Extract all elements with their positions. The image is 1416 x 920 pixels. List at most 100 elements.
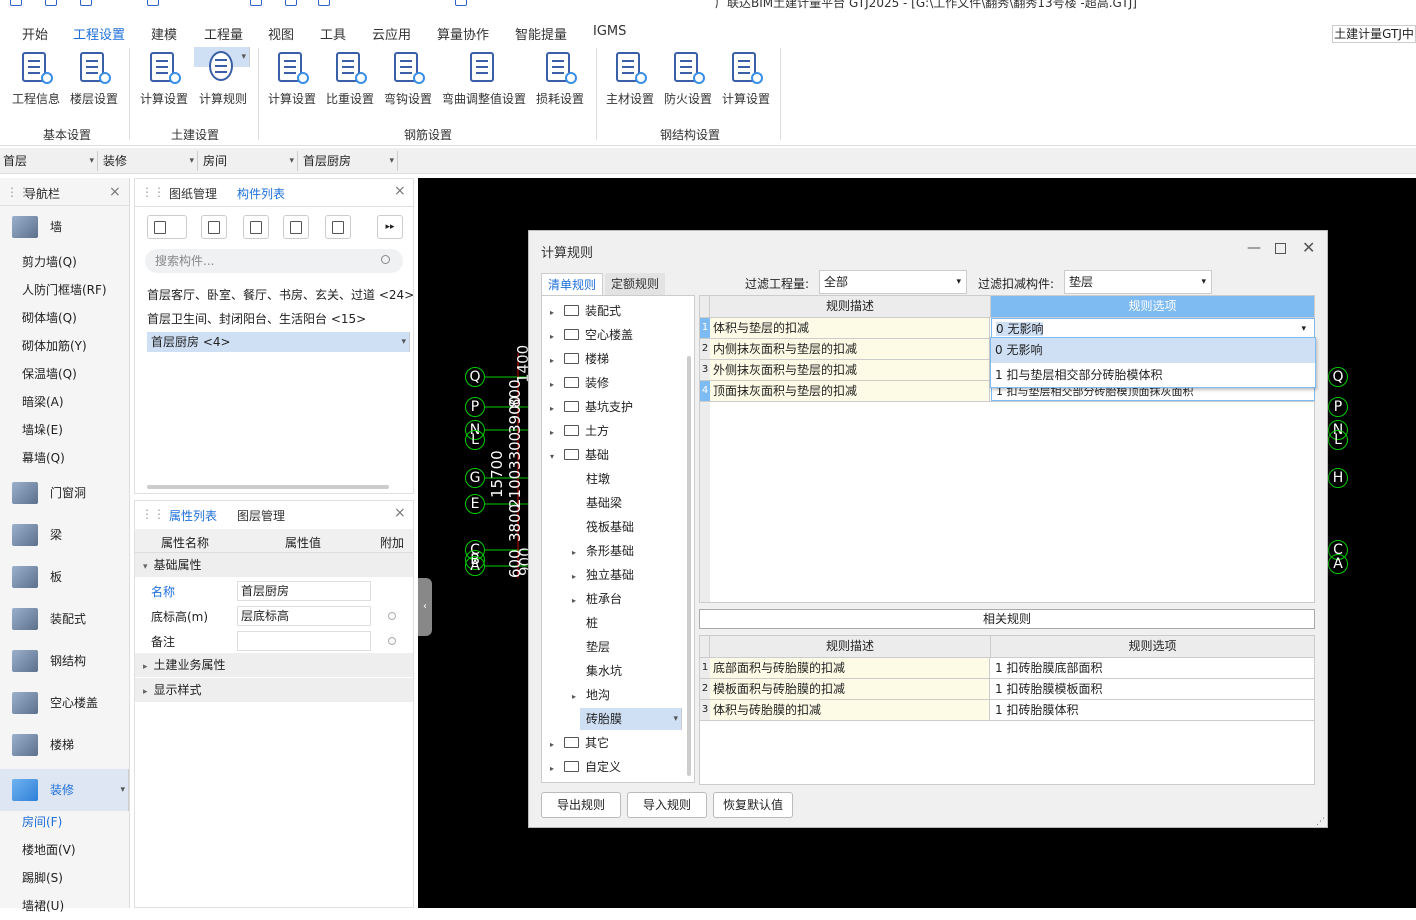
tree-node[interactable]: ▸ 装修 [550, 372, 609, 394]
tree-leaf[interactable]: 基础梁 [586, 492, 622, 514]
floor-settings-button[interactable]: 楼层设置 [66, 48, 122, 118]
menu-view[interactable]: 视图 [268, 24, 294, 43]
duplicate-button[interactable] [283, 215, 309, 239]
tab-component-list[interactable]: 构件列表 [237, 185, 285, 202]
tree-leaf[interactable]: 垫层 [586, 636, 610, 658]
undo-icon[interactable] [250, 0, 262, 6]
nav-category-steel[interactable]: 钢结构 [0, 640, 129, 682]
tree-node[interactable]: ▸ 土方 [550, 420, 609, 442]
nav-item[interactable]: 人防门框墙(RF) [0, 276, 129, 304]
filter-quantity-select[interactable]: 全部 [819, 270, 967, 294]
prop-value[interactable]: 层底标高 [237, 606, 371, 626]
tree-node[interactable]: ▸ 桩承台 [572, 588, 622, 610]
loss-settings-button[interactable]: 损耗设置 [532, 48, 588, 118]
resize-grip-icon[interactable]: ⋰ [1316, 817, 1325, 827]
nav-category-stair[interactable]: 楼梯 [0, 724, 129, 766]
type-select[interactable]: 房间 [200, 151, 298, 171]
table-row[interactable]: 3 体积与砖胎膜的扣减 1 扣砖胎膜体积 [700, 700, 1314, 721]
restore-default-button[interactable]: 恢复默认值 [713, 792, 793, 818]
tree-node-expanded[interactable]: ▾ 基础 [550, 444, 609, 466]
tree-leaf[interactable]: 筏板基础 [586, 516, 634, 538]
minimize-icon[interactable]: — [1247, 240, 1261, 256]
redo-icon[interactable] [285, 0, 297, 6]
drag-handle-icon[interactable]: ⋮⋮ [141, 185, 165, 199]
nav-item[interactable]: 墙垛(E) [0, 416, 129, 444]
tab-quota-rules[interactable]: 定额规则 [605, 273, 666, 295]
menu-igms[interactable]: IGMS [593, 24, 626, 39]
maximize-icon[interactable] [1275, 243, 1286, 254]
dropdown-option[interactable]: 1 扣与垫层相交部分砖胎模体积 [991, 363, 1315, 388]
delete-button[interactable] [243, 215, 269, 239]
collapse-handle[interactable]: ‹ [418, 578, 432, 636]
quick-access-icon[interactable] [455, 0, 467, 6]
table-row[interactable]: 1 底部面积与砖胎膜的扣减 1 扣砖胎膜底部面积 [700, 658, 1314, 679]
tree-leaf[interactable]: 桩 [586, 612, 598, 634]
app-icon[interactable] [10, 0, 22, 6]
table-row[interactable]: 1 体积与垫层的扣减 0 无影响 ▾ [700, 318, 1315, 339]
attach-checkbox[interactable] [388, 637, 396, 645]
list-item[interactable]: 首层客厅、卧室、餐厅、书房、玄关、过道 <24> [147, 286, 414, 303]
attach-checkbox[interactable] [388, 612, 396, 620]
group-civil-props[interactable]: ▸ 土建业务属性 [135, 653, 413, 677]
tree-node[interactable]: ▸ 条形基础 [572, 540, 634, 562]
group-display-props[interactable]: ▸ 显示样式 [135, 678, 413, 702]
tab-properties[interactable]: 属性列表 [169, 507, 217, 524]
component-select[interactable]: 首层厨房 [300, 151, 398, 171]
menu-modeling[interactable]: 建模 [151, 24, 177, 43]
menu-quantity[interactable]: 工程量 [204, 24, 243, 43]
drag-handle-icon[interactable]: ⋮⋮ [141, 507, 165, 521]
new-component-button[interactable] [147, 215, 187, 239]
close-icon[interactable]: × [394, 183, 406, 199]
tree-node[interactable]: ▸ 独立基础 [572, 564, 634, 586]
nav-item[interactable]: 房间(F) [0, 808, 129, 836]
menu-cloud[interactable]: 云应用 [372, 24, 411, 43]
bend-adjust-button[interactable]: 弯曲调整值设置 [440, 48, 528, 118]
open-icon[interactable] [80, 0, 92, 6]
calc-rules-button[interactable]: 计算规则 [194, 47, 250, 106]
scrollbar[interactable] [147, 485, 389, 489]
tree-node[interactable]: ▸ 装配式 [550, 300, 621, 322]
tree-leaf[interactable]: 柱墩 [586, 468, 610, 490]
rebar-calc-settings-button[interactable]: 计算设置 [264, 48, 320, 118]
tree-node[interactable]: ▸ 空心楼盖 [550, 324, 633, 346]
list-item-selected[interactable]: 首层厨房 <4> [147, 332, 410, 352]
menu-collab[interactable]: 算量协作 [437, 24, 489, 43]
tab-list-rules[interactable]: 清单规则 [541, 273, 604, 295]
steel-calc-settings-button[interactable]: 计算设置 [718, 48, 774, 118]
more-button[interactable]: ▸▸ [377, 215, 403, 239]
nav-item[interactable]: 楼地面(V) [0, 836, 129, 864]
save-icon[interactable] [147, 0, 159, 6]
menu-start[interactable]: 开始 [22, 24, 48, 43]
close-icon[interactable]: ✕ [1302, 238, 1315, 257]
import-rules-button[interactable]: 导入规则 [627, 792, 707, 818]
tree-scrollbar[interactable] [687, 356, 691, 776]
nav-category-slab[interactable]: 板 [0, 556, 129, 598]
nav-item[interactable]: 保温墙(Q) [0, 360, 129, 388]
export-rules-button[interactable]: 导出规则 [541, 792, 621, 818]
menu-smart[interactable]: 智能提量 [515, 24, 567, 43]
table-row[interactable]: 2 模板面积与砖胎膜的扣减 1 扣砖胎膜模板面积 [700, 679, 1314, 700]
fireproof-button[interactable]: 防火设置 [660, 48, 716, 118]
tree-node[interactable]: ▸ 其它 [550, 732, 609, 754]
list-item[interactable]: 首层卫生间、封闭阳台、生活阳台 <15> [147, 310, 366, 327]
rule-option-select[interactable]: 0 无影响 ▾ [991, 318, 1315, 338]
nav-item[interactable]: 剪力墙(Q) [0, 248, 129, 276]
hook-settings-button[interactable]: 弯钩设置 [380, 48, 436, 118]
nav-item[interactable]: 暗梁(A) [0, 388, 129, 416]
floor-select[interactable]: 首层 [0, 151, 98, 171]
copy-button[interactable] [201, 215, 227, 239]
menu-project-settings[interactable]: 工程设置 [73, 24, 126, 46]
nav-category-finish[interactable]: 装修 [0, 769, 129, 811]
group-basic-props[interactable]: ▾ 基础属性 [135, 553, 413, 577]
search-input[interactable]: 搜索构件... [145, 249, 403, 273]
prop-value[interactable] [237, 631, 371, 651]
tab-drawing-manage[interactable]: 图纸管理 [169, 185, 217, 202]
tree-node[interactable]: ▸ 楼梯 [550, 348, 609, 370]
nav-category-hollow-slab[interactable]: 空心楼盖 [0, 682, 129, 724]
tree-leaf[interactable]: 集水坑 [586, 660, 622, 682]
main-material-button[interactable]: 主材设置 [602, 48, 658, 118]
project-info-button[interactable]: 工程信息 [8, 48, 64, 118]
close-icon[interactable]: × [394, 505, 406, 521]
nav-item[interactable]: 砌体墙(Q) [0, 304, 129, 332]
layout-icon[interactable] [318, 0, 330, 6]
